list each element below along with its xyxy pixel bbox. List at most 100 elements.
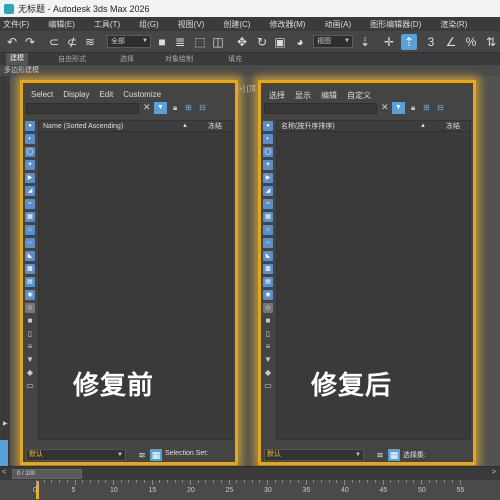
rect-selection-icon[interactable]: ⬚ [192, 34, 208, 50]
menu-animation[interactable]: 动画(A) [324, 19, 351, 30]
column-header[interactable]: 名称(按升序排序) ▲ 冻结 [277, 121, 470, 132]
spinner-snap-icon[interactable]: ⇅ [483, 34, 499, 50]
close-icon[interactable]: ✕ [381, 102, 389, 113]
display-all-icon[interactable]: ● [263, 121, 273, 131]
tab-populate[interactable]: 填充 [228, 54, 242, 64]
viewport-label[interactable]: [+] [顶 [237, 84, 256, 94]
page-icon[interactable]: ▯ [263, 329, 273, 339]
tag-icon[interactable]: ◆ [25, 368, 35, 378]
tab-freeform[interactable]: 自由形式 [58, 54, 86, 64]
none-icon[interactable]: ◇ [25, 303, 35, 313]
hierarchy-icon[interactable]: ⊞ [423, 103, 430, 112]
groups-icon[interactable]: ▦ [25, 212, 35, 222]
layers-icon[interactable]: ≋ [374, 449, 386, 461]
track-bar[interactable]: 0 5 10 15 20 25 30 35 40 45 50 55 [0, 480, 500, 500]
containers-icon[interactable]: ◣ [25, 251, 35, 261]
explorer-menu-select[interactable]: 选择 [269, 90, 285, 101]
angle-snap-icon[interactable]: ∠ [443, 34, 459, 50]
explorer-menu-select[interactable]: Select [31, 90, 53, 99]
layer-hierarchy-icon[interactable]: ⊟ [199, 103, 206, 112]
frozen-icon[interactable]: ▩ [25, 264, 35, 274]
lock-icon[interactable]: 🔒︎ [173, 103, 177, 113]
folder-icon[interactable]: ▭ [25, 381, 35, 391]
explorer-menu-display[interactable]: Display [63, 90, 89, 99]
undo-icon[interactable]: ↶ [4, 34, 20, 50]
visibility-icon[interactable]: ◉ [25, 290, 35, 300]
list-icon[interactable]: ≡ [25, 342, 35, 352]
spacewarps-icon[interactable]: ≈ [25, 199, 35, 209]
visibility-icon[interactable]: ◉ [263, 290, 273, 300]
scene-explorer-icon[interactable]: ▦ [150, 449, 162, 461]
scene-explorer-icon[interactable]: ▦ [388, 449, 400, 461]
menu-modifiers[interactable]: 修改器(M) [269, 19, 305, 30]
geometry-icon[interactable]: ◐ [263, 134, 273, 144]
tab-object-paint[interactable]: 对象绘制 [165, 54, 193, 64]
folder-icon[interactable]: ▭ [263, 381, 273, 391]
lights-icon[interactable]: ✦ [263, 160, 273, 170]
bones-icon[interactable]: ∩ [263, 238, 273, 248]
cameras-icon[interactable]: ▶ [25, 173, 35, 183]
prev-frame-icon[interactable]: < [2, 469, 6, 476]
selection-filter-dropdown[interactable]: 全部 ▼ [107, 35, 151, 48]
lock-icon[interactable]: 🔒︎ [411, 103, 415, 113]
search-input[interactable] [264, 103, 377, 114]
funnel-icon[interactable]: ▼ [25, 355, 35, 365]
xrefs-icon[interactable]: ⌂ [25, 225, 35, 235]
expand-arrow-icon[interactable]: ▶ [3, 420, 8, 427]
menu-tools[interactable]: 工具(T) [94, 19, 120, 30]
layer-dropdown[interactable]: 默认 ▼ [264, 449, 364, 461]
layer-hierarchy-icon[interactable]: ⊟ [437, 103, 444, 112]
funnel-icon[interactable]: ▼ [263, 355, 273, 365]
filter-icon[interactable]: ▼ [392, 102, 405, 114]
select-by-name-icon[interactable]: ≣ [172, 34, 188, 50]
time-slider[interactable]: 0 / 100 [12, 469, 82, 479]
menu-graph-editors[interactable]: 图形编辑器(D) [370, 19, 421, 30]
helpers-icon[interactable]: ◢ [263, 186, 273, 196]
percent-snap-icon[interactable]: % [463, 34, 479, 50]
explorer-menu-display[interactable]: 显示 [295, 90, 311, 101]
unlink-icon[interactable]: ⊄ [64, 34, 80, 50]
filter-icon[interactable]: ▼ [154, 102, 167, 114]
link-icon[interactable]: ⊂ [46, 34, 62, 50]
menu-edit[interactable]: 编辑(E) [48, 19, 75, 30]
rotate-icon[interactable]: ↻ [254, 34, 270, 50]
tag-icon[interactable]: ◆ [263, 368, 273, 378]
redo-icon[interactable]: ↷ [22, 34, 38, 50]
layer-dropdown[interactable]: 默认 ▼ [26, 449, 126, 461]
explorer-menu-edit[interactable]: 编辑 [321, 90, 337, 101]
column-name-header[interactable]: Name (Sorted Ascending) [43, 123, 123, 130]
helpers-icon[interactable]: ◢ [25, 186, 35, 196]
square-icon[interactable]: ■ [263, 316, 273, 326]
bind-spacewarp-icon[interactable]: ≋ [82, 34, 98, 50]
lights-icon[interactable]: ✦ [25, 160, 35, 170]
next-frame-icon[interactable]: > [492, 469, 496, 476]
hierarchy-icon[interactable]: ⊞ [185, 103, 192, 112]
page-icon[interactable]: ▯ [25, 329, 35, 339]
hidden-icon[interactable]: ▤ [25, 277, 35, 287]
column-name-header[interactable]: 名称(按升序排序) [281, 123, 335, 130]
tab-modeling[interactable]: 建模 [6, 53, 28, 65]
dock-tab[interactable] [0, 440, 8, 466]
cameras-icon[interactable]: ▶ [263, 173, 273, 183]
menu-views[interactable]: 视图(V) [178, 19, 205, 30]
explorer-menu-customize[interactable]: 自定义 [347, 90, 371, 101]
reference-coord-dropdown[interactable]: 视图 ▼ [313, 35, 353, 48]
tab-selection[interactable]: 选择 [120, 54, 134, 64]
menu-group[interactable]: 组(G) [139, 19, 159, 30]
keyboard-shortcut-icon[interactable]: ⇡ [401, 34, 417, 50]
hidden-icon[interactable]: ▤ [263, 277, 273, 287]
select-manipulate-icon[interactable]: ✛ [381, 34, 397, 50]
shapes-icon[interactable]: ◯ [263, 147, 273, 157]
close-icon[interactable]: ✕ [143, 102, 151, 113]
bones-icon[interactable]: ∩ [25, 238, 35, 248]
pivot-center-icon[interactable]: ⇣ [357, 34, 373, 50]
geometry-icon[interactable]: ◐ [25, 134, 35, 144]
layers-icon[interactable]: ≋ [136, 449, 148, 461]
none-icon[interactable]: ◇ [263, 303, 273, 313]
menu-file[interactable]: 文件(F) [3, 19, 29, 30]
menu-create[interactable]: 创建(C) [223, 19, 250, 30]
square-icon[interactable]: ■ [25, 316, 35, 326]
shapes-icon[interactable]: ◯ [25, 147, 35, 157]
scale-icon[interactable]: ▣ [272, 34, 288, 50]
explorer-menu-customize[interactable]: Customize [123, 90, 161, 99]
